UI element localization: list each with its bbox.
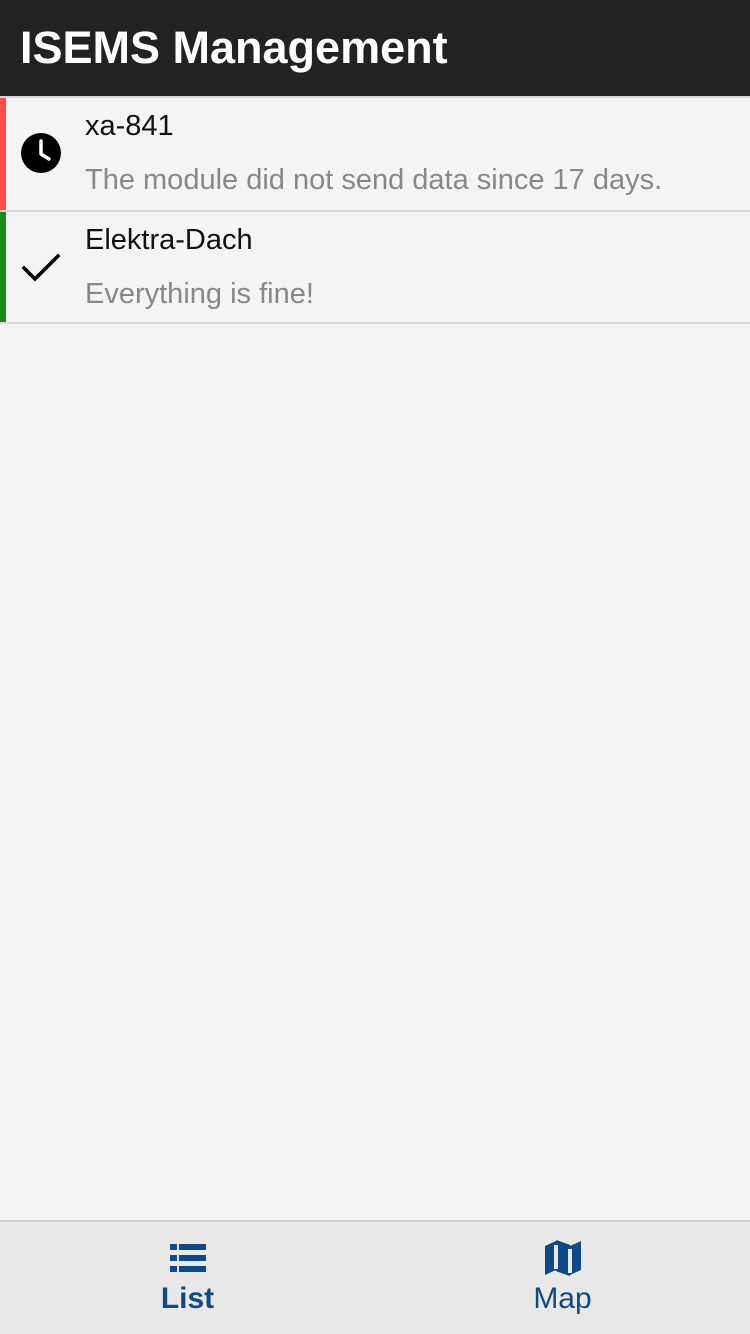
tab-map[interactable]: Map: [375, 1222, 750, 1334]
list-item-elektra-dach[interactable]: Elektra-Dach Everything is fine!: [0, 210, 750, 324]
page-title: ISEMS Management: [20, 22, 448, 73]
module-status-message: The module did not send data since 17 da…: [85, 164, 663, 196]
list-item-xa-841[interactable]: xa-841 The module did not send data sinc…: [0, 96, 750, 210]
module-name: xa-841: [85, 110, 174, 142]
app-header: ISEMS Management: [0, 0, 750, 96]
tab-list[interactable]: List: [0, 1222, 375, 1334]
module-status-message: Everything is fine!: [85, 278, 314, 310]
status-stripe-warning: [0, 98, 6, 210]
status-stripe-ok: [0, 212, 6, 322]
module-list: xa-841 The module did not send data sinc…: [0, 96, 750, 324]
tab-label: Map: [533, 1282, 592, 1315]
clock-icon: [21, 133, 61, 173]
list-icon: [169, 1244, 206, 1272]
tab-label: List: [160, 1282, 215, 1315]
map-icon: [544, 1240, 581, 1276]
checkmark-icon: [21, 253, 61, 282]
bottom-tab-bar: List Map: [0, 1220, 750, 1334]
module-name: Elektra-Dach: [85, 224, 253, 256]
